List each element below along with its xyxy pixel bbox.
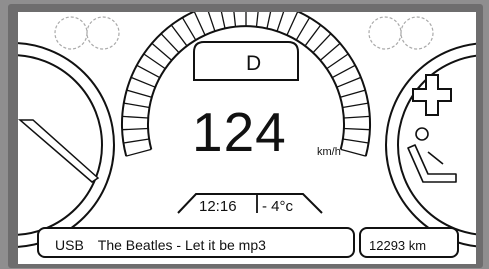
speed-scale-segment <box>343 115 370 119</box>
speed-scale-segment <box>266 12 272 29</box>
speed-scale-segment <box>123 102 150 109</box>
speed-scale-segment <box>160 33 180 54</box>
indicator-lamp-icon <box>368 16 402 50</box>
outside-temperature: - 4°c <box>262 198 294 215</box>
speed-unit: km/h <box>317 146 341 158</box>
speed-scale-segment <box>123 138 150 144</box>
speed-scale-segment <box>304 24 322 47</box>
speed-scale-segment <box>331 64 356 79</box>
speed-scale-segment <box>207 12 216 32</box>
speed-scale-segment <box>130 76 156 88</box>
speed-scale-segment <box>340 148 366 157</box>
speed-scale-segment <box>326 53 349 70</box>
speed-scale-segment <box>295 17 311 41</box>
seat-icon <box>407 127 457 183</box>
speed-scale-segment <box>342 138 369 144</box>
gear-indicator: D <box>246 52 262 75</box>
speed-scale-segment <box>193 12 206 36</box>
speed-scale-segment <box>136 64 161 79</box>
indicator-lamp-icon <box>400 16 434 50</box>
media-info[interactable]: USB The Beatles - Let it be mp3 <box>55 238 266 252</box>
media-track-title: The Beatles - Let it be mp3 <box>97 237 266 253</box>
speed-scale-segment <box>340 89 366 98</box>
speed-scale-segment <box>126 148 152 157</box>
odometer[interactable]: 12293 km <box>369 239 426 252</box>
speed-scale-segment <box>122 127 149 131</box>
speed-scale-segment <box>170 24 188 47</box>
clock: 12:16 <box>199 198 237 215</box>
speed-scale-segment <box>181 17 197 41</box>
speed-scale-segment <box>255 12 259 27</box>
needle-icon <box>18 119 100 183</box>
speed-scale-segment <box>336 76 362 88</box>
media-source: USB <box>55 237 84 253</box>
speed-scale-segment <box>143 53 166 70</box>
speed-scale-segment <box>122 115 149 119</box>
speed-scale-segment <box>126 89 152 98</box>
speed-scale-segment <box>286 12 299 36</box>
speed-scale-segment <box>342 102 369 109</box>
speed-scale-segment <box>233 12 237 27</box>
tachometer-gauge-icon <box>18 42 115 248</box>
cross-icon <box>412 74 452 116</box>
speed-scale-segment <box>220 12 226 29</box>
speed-scale-segment <box>319 42 341 61</box>
indicator-lamp-icon <box>86 16 120 50</box>
indicator-lamp-icon <box>54 16 88 50</box>
speed-scale-segment <box>276 12 285 32</box>
instrument-cluster-display: D 124 km/h 12:16 - 4°c USB The Beatles - … <box>18 12 476 264</box>
speed-scale-segment <box>151 42 173 61</box>
speed-readout: 124 <box>192 101 287 163</box>
speed-scale-segment <box>343 127 370 131</box>
right-gauge-icon <box>385 42 476 248</box>
speed-scale-segment <box>312 33 332 54</box>
